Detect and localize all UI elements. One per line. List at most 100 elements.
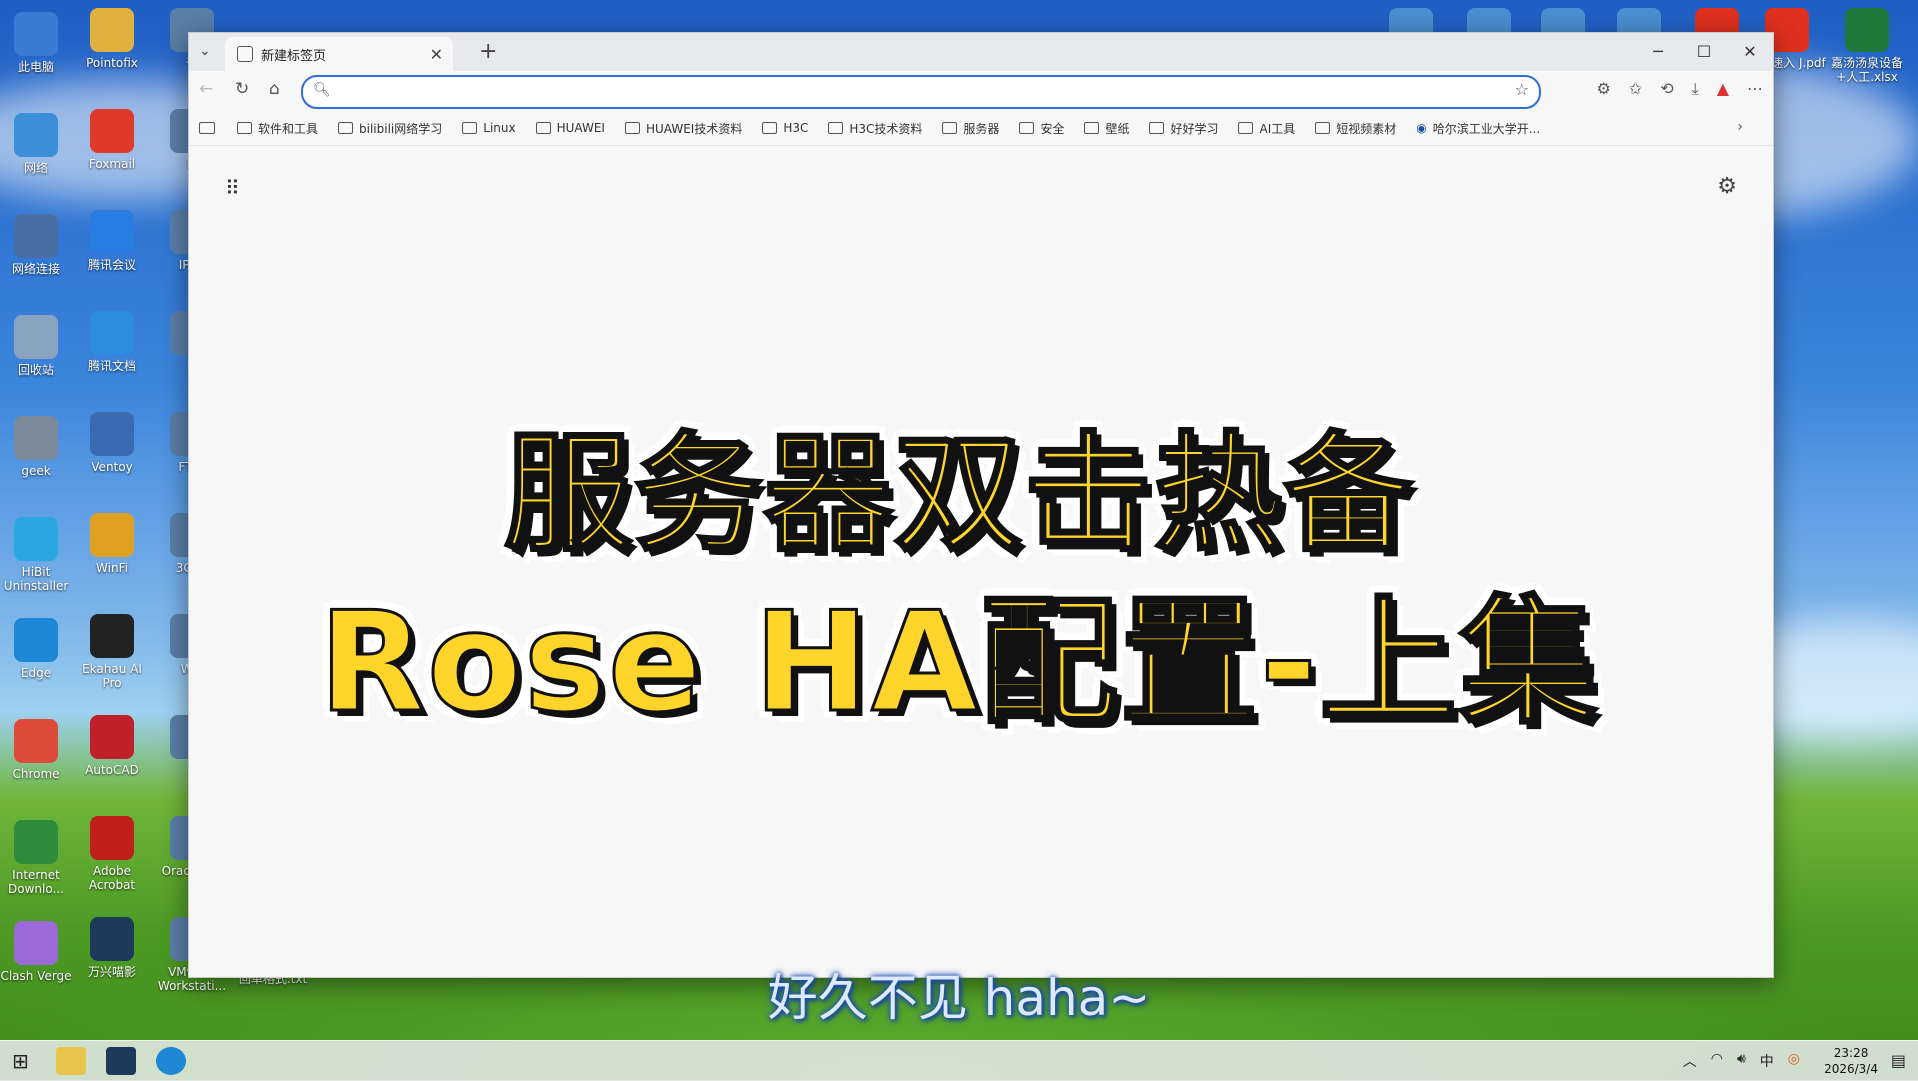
desktop-icon-label: Chrome xyxy=(12,767,60,781)
new-tab-icon[interactable]: + xyxy=(479,39,497,64)
bookmark-label: HUAWEI技术资料 xyxy=(645,121,743,136)
desktop-icon[interactable]: Adobe Acrobat xyxy=(76,816,148,892)
bookmark-folder[interactable]: 短视频素材 xyxy=(1315,120,1396,137)
desktop-icon[interactable]: 网络 xyxy=(0,113,72,175)
bookmark-folder[interactable]: H3C技术资料 xyxy=(828,120,922,137)
bookmarks-toggle-icon[interactable] xyxy=(199,122,215,134)
headline-line2: Rose HA配置-上集 xyxy=(317,581,1600,745)
bookmark-folder[interactable]: 壁纸 xyxy=(1084,120,1129,137)
folder-icon xyxy=(1315,122,1331,134)
tray-app-icon[interactable]: ◎ xyxy=(1788,1051,1800,1071)
bookmark-folder[interactable]: 服务器 xyxy=(942,120,999,137)
desktop-icon-label: 嘉汤汤泉设备 +人工.xlsx xyxy=(1830,56,1903,84)
close-window-icon[interactable]: ✕ xyxy=(1727,33,1773,71)
desktop-icon[interactable]: Foxmail xyxy=(76,109,148,171)
home-icon[interactable]: ⌂ xyxy=(269,79,280,99)
desktop-icon-label: 网络 xyxy=(23,161,48,175)
folder-icon xyxy=(828,122,844,134)
folder-icon xyxy=(1084,122,1100,134)
acrobat-icon xyxy=(90,816,134,860)
bookmark-label: HUAWEI xyxy=(556,121,605,135)
bookmark-label: 软件和工具 xyxy=(258,121,319,136)
folder-icon xyxy=(624,122,640,134)
bookmark-folder[interactable]: AI工具 xyxy=(1238,120,1295,137)
desktop-icon-label: 腾讯文档 xyxy=(87,359,136,373)
site-favicon-icon: ◉ xyxy=(1416,121,1427,135)
address-bar[interactable]: 🔍︎ ☆ xyxy=(301,75,1541,109)
more-menu-icon[interactable]: ⋯ xyxy=(1747,79,1763,99)
desktop-icon[interactable]: 腾讯文档 xyxy=(76,311,148,373)
tab-list-icon[interactable]: ⌄ xyxy=(199,43,211,59)
bookmark-folder[interactable]: HUAWEI技术资料 xyxy=(624,120,743,137)
desktop-icon[interactable]: 嘉汤汤泉设备 +人工.xlsx xyxy=(1822,8,1912,84)
tencent-meeting-icon xyxy=(90,210,134,254)
apps-grid-icon[interactable]: ⠿ xyxy=(225,176,240,200)
bookmark-folder[interactable]: Linux xyxy=(462,121,516,135)
desktop-icon[interactable]: Internet Downlo... xyxy=(0,820,72,896)
notification-icon[interactable]: ▤ xyxy=(1891,1051,1906,1070)
desktop-icon-label: 腾讯会议 xyxy=(87,258,136,272)
favorite-star-icon[interactable]: ☆ xyxy=(1515,80,1529,99)
desktop-icon-label: Pointofix xyxy=(86,56,138,70)
search-icon: 🔍︎ xyxy=(313,82,331,98)
desktop-icon[interactable]: Pointofix xyxy=(76,8,148,70)
wifi-icon[interactable]: ◠ xyxy=(1711,1051,1723,1071)
idm-icon xyxy=(14,820,58,864)
desktop-icon-label: 回收站 xyxy=(17,363,54,377)
page-icon xyxy=(237,46,253,62)
tray-expand-icon[interactable]: ︿ xyxy=(1683,1051,1697,1071)
folder-icon xyxy=(535,122,551,134)
bookmark-folder[interactable]: HUAWEI xyxy=(535,121,605,135)
clock-date: 2026/3/4 xyxy=(1824,1062,1878,1076)
folder-icon xyxy=(942,122,958,134)
headline-line1: 服务器双击热备 xyxy=(502,419,1414,571)
address-input[interactable] xyxy=(335,80,1489,104)
toolbar-icons: ⚙ ✩ ⟲ ⤓ ▲ ⋯ xyxy=(1596,79,1763,99)
desktop-icon-label: 网络连接 xyxy=(11,262,60,276)
edge-taskbar-icon[interactable] xyxy=(156,1047,186,1075)
bookmark-folder[interactable]: 软件和工具 xyxy=(237,120,318,137)
minimize-icon[interactable]: ─ xyxy=(1635,33,1681,71)
file-explorer-icon[interactable] xyxy=(56,1047,86,1075)
maximize-icon[interactable]: ☐ xyxy=(1681,33,1727,71)
foxmail-icon xyxy=(90,109,134,153)
desktop-icon[interactable]: 此电脑 xyxy=(0,12,72,74)
extensions-icon[interactable]: ⚙ xyxy=(1596,79,1610,99)
bookmark-folder[interactable]: H3C xyxy=(762,121,808,135)
bookmark-site[interactable]: ◉ 哈尔滨工业大学开... xyxy=(1416,120,1540,137)
favorites-icon[interactable]: ✩ xyxy=(1629,79,1642,99)
download-icon[interactable]: ⤓ xyxy=(1692,79,1699,99)
gear-icon[interactable]: ⚙ xyxy=(1717,174,1737,199)
bookmark-label: 安全 xyxy=(1040,121,1065,136)
bookmark-label: 短视频素材 xyxy=(1336,121,1397,136)
bookmark-label: 壁纸 xyxy=(1105,121,1130,136)
volume-icon[interactable]: 🔊︎ xyxy=(1737,1051,1746,1071)
window-controls: ─ ☐ ✕ xyxy=(1635,33,1773,71)
filmora-taskbar-icon[interactable] xyxy=(106,1047,136,1075)
bookmarks-more-icon[interactable]: › xyxy=(1737,119,1743,135)
acrobat-extension-icon[interactable]: ▲ xyxy=(1717,79,1729,99)
desktop-icon[interactable]: 网络连接 xyxy=(0,214,72,276)
bookmark-label: 哈尔滨工业大学开... xyxy=(1432,121,1541,136)
bookmark-label: bilibili网络学习 xyxy=(359,121,443,136)
network-connection-icon xyxy=(14,214,58,258)
history-icon[interactable]: ⟲ xyxy=(1660,79,1673,99)
toolbar: ← ↻ ⌂ 🔍︎ ☆ ⚙ ✩ ⟲ ⤓ ▲ ⋯ xyxy=(189,71,1773,111)
tab-new-tab[interactable]: 新建标签页 ✕ xyxy=(225,37,453,71)
start-icon[interactable]: ⊞ xyxy=(12,1049,29,1073)
bookmark-folder[interactable]: 好好学习 xyxy=(1149,120,1218,137)
back-icon[interactable]: ← xyxy=(199,79,213,99)
desktop-icon-label: Foxmail xyxy=(88,157,136,171)
bookmarks-bar: 软件和工具 bilibili网络学习 Linux HUAWEI HUAWEI技术资料 H3… xyxy=(189,111,1773,146)
reload-icon[interactable]: ↻ xyxy=(235,79,249,99)
bookmark-folder[interactable]: 安全 xyxy=(1019,120,1064,137)
close-tab-icon[interactable]: ✕ xyxy=(430,45,443,64)
desktop-icon-label: 此电脑 xyxy=(17,60,54,74)
desktop-icon[interactable]: 回收站 xyxy=(0,315,72,377)
desktop-icon[interactable]: 腾讯会议 xyxy=(76,210,148,272)
folder-icon xyxy=(1238,122,1254,134)
bookmark-folder[interactable]: bilibili网络学习 xyxy=(338,120,442,137)
ime-icon[interactable]: 中 xyxy=(1760,1051,1774,1071)
clock[interactable]: 23:28 2026/3/4 xyxy=(1824,1045,1878,1077)
filmora-icon xyxy=(90,917,134,961)
